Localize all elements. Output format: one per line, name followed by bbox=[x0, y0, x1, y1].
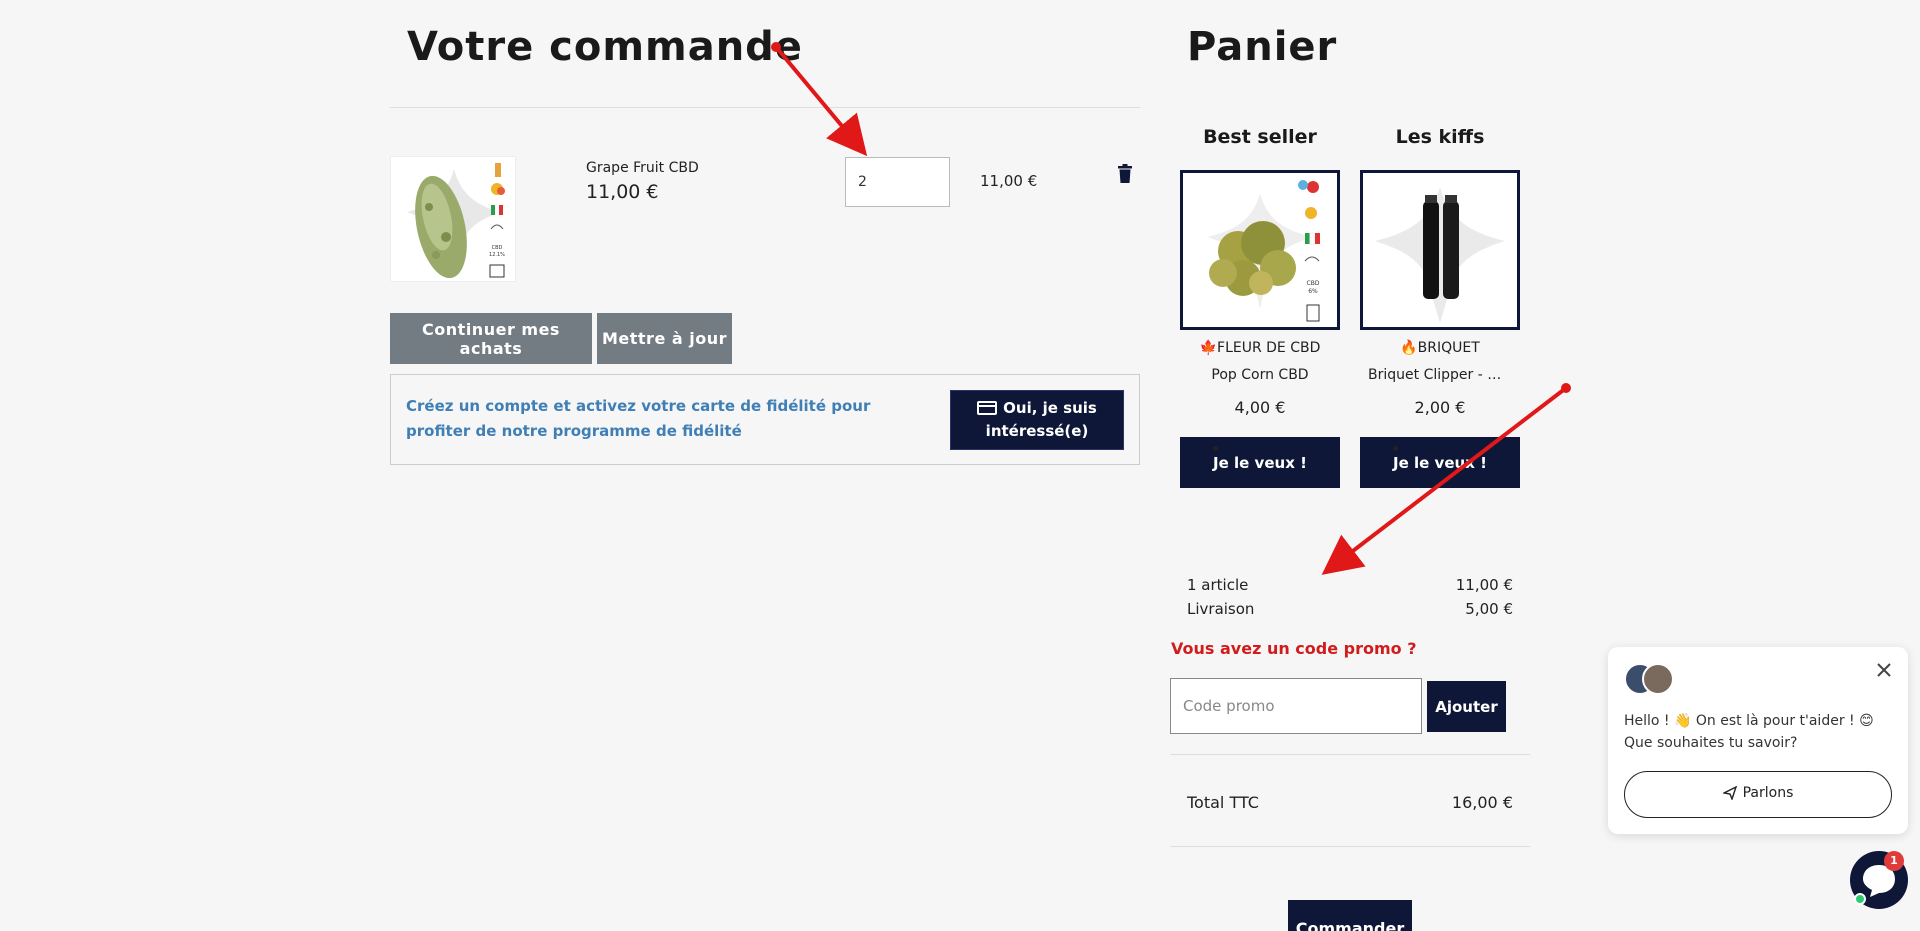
apply-promo-button[interactable]: Ajouter bbox=[1427, 681, 1506, 732]
summary-delivery-value: 5,00 € bbox=[1465, 600, 1513, 618]
reco-image-pop-corn[interactable]: CBD 6% bbox=[1180, 170, 1340, 330]
cart-item-line-total: 11,00 € bbox=[980, 172, 1038, 190]
reco-product-name[interactable]: Pop Corn CBD bbox=[1180, 367, 1340, 383]
chat-message: Hello ! 👋 On est là pour t'aider ! 😊 Que… bbox=[1624, 713, 1874, 751]
page-title: Votre commande bbox=[407, 24, 803, 70]
reco-price: 4,00 € bbox=[1234, 398, 1286, 417]
summary-delivery-label: Livraison bbox=[1187, 600, 1255, 618]
cart-title: Panier bbox=[1187, 24, 1338, 70]
chat-start-button[interactable]: Parlons bbox=[1624, 771, 1892, 818]
summary-divider bbox=[1170, 846, 1530, 847]
reco-category: 🍁FLEUR DE CBD bbox=[1199, 340, 1321, 356]
loyalty-opt-in-button[interactable]: Oui, je suis intéressé(e) bbox=[950, 390, 1124, 450]
carousel-dot[interactable] bbox=[1393, 446, 1398, 451]
close-icon[interactable] bbox=[1874, 660, 1894, 680]
add-briquet-button[interactable]: Je le veux ! bbox=[1360, 437, 1520, 488]
cart-item-unit-price: 11,00 € bbox=[586, 181, 659, 203]
reco-image-briquet[interactable] bbox=[1360, 170, 1520, 330]
carousel-heading-les-kiffs: Les kiffs bbox=[1395, 126, 1485, 148]
promo-title[interactable]: Vous avez un code promo ? bbox=[1171, 639, 1417, 658]
reco-category: 🔥BRIQUET bbox=[1400, 340, 1480, 356]
summary-articles-value: 11,00 € bbox=[1455, 576, 1513, 594]
checkout-button[interactable]: Commander bbox=[1288, 900, 1412, 931]
svg-text:12.1%: 12.1% bbox=[489, 252, 505, 258]
credit-card-icon bbox=[977, 401, 998, 415]
add-pop-corn-button[interactable]: Je le veux ! bbox=[1180, 437, 1340, 488]
reco-product-name[interactable]: Briquet Clipper - Ga... bbox=[1360, 367, 1520, 383]
promo-code-input[interactable] bbox=[1170, 678, 1422, 734]
carousel-heading-best-seller: Best seller bbox=[1203, 126, 1317, 148]
svg-text:6%: 6% bbox=[1308, 288, 1318, 295]
send-icon bbox=[1721, 785, 1737, 804]
avatar bbox=[1642, 663, 1674, 695]
carousel-dot[interactable] bbox=[1213, 446, 1218, 451]
chat-avatars bbox=[1624, 663, 1674, 695]
loyalty-text: Créez un compte et activez votre carte d… bbox=[406, 397, 871, 440]
update-cart-button[interactable]: Mettre à jour bbox=[597, 313, 732, 364]
online-status-dot bbox=[1854, 893, 1866, 905]
svg-text:CBD: CBD bbox=[1307, 280, 1320, 287]
loyalty-button-label: Oui, je suis intéressé(e) bbox=[985, 399, 1097, 440]
continue-shopping-button[interactable]: Continuer mes achats bbox=[390, 313, 592, 364]
quantity-input[interactable] bbox=[845, 157, 950, 207]
summary-articles-label: 1 article bbox=[1187, 576, 1249, 594]
trash-icon[interactable] bbox=[1117, 164, 1133, 184]
reco-price: 2,00 € bbox=[1414, 398, 1466, 417]
order-divider bbox=[390, 107, 1140, 108]
chat-unread-badge: 1 bbox=[1884, 851, 1904, 871]
total-label: Total TTC bbox=[1187, 793, 1259, 812]
total-value: 16,00 € bbox=[1451, 793, 1513, 812]
svg-text:CBD: CBD bbox=[492, 245, 503, 251]
product-image[interactable]: CBD 12.1% bbox=[390, 156, 516, 282]
summary-divider bbox=[1170, 754, 1530, 755]
chat-start-label: Parlons bbox=[1742, 785, 1794, 801]
cart-item-name[interactable]: Grape Fruit CBD bbox=[586, 160, 699, 176]
